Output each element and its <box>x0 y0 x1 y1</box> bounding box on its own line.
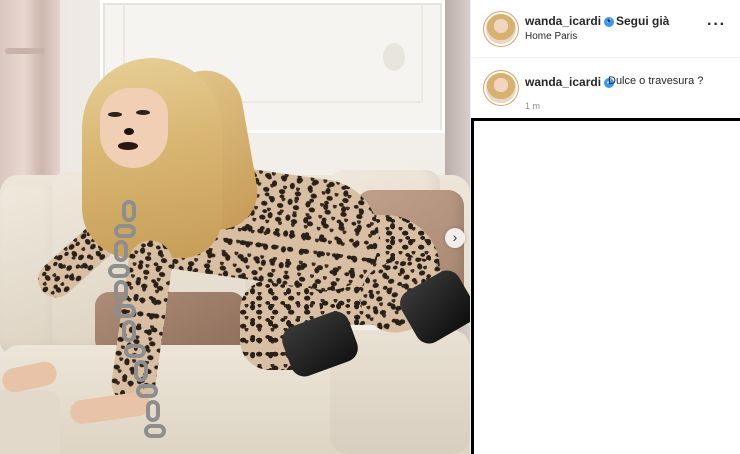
following-button[interactable]: Segui già <box>616 14 669 28</box>
figure-face <box>100 88 168 168</box>
separator-dot: • <box>607 16 611 27</box>
post-caption: Dulce o travesura ? <box>608 75 704 87</box>
instagram-post: › wanda_icardi ✓ • Segui già Home Paris ·… <box>0 0 740 454</box>
curtain <box>0 0 60 190</box>
author-avatar[interactable] <box>486 14 516 44</box>
author-username-row: wanda_icardi ✓ <box>525 14 615 28</box>
post-timestamp[interactable]: 1 m <box>525 101 540 111</box>
author-avatar[interactable] <box>486 73 516 103</box>
post-photo[interactable]: › <box>0 0 470 454</box>
post-location[interactable]: Home Paris <box>525 31 577 42</box>
more-horizontal-icon[interactable]: ··· <box>707 16 726 34</box>
chain <box>104 200 166 440</box>
author-username[interactable]: wanda_icardi <box>525 14 601 28</box>
comment-username[interactable]: wanda_icardi <box>525 75 601 89</box>
post-sidebar: wanda_icardi ✓ • Segui già Home Paris ···… <box>470 0 740 454</box>
figure-eye <box>108 112 122 117</box>
figure-lips <box>118 142 138 150</box>
caption-comment: wanda_icardi ✓ Dulce o travesura ? 1 m <box>471 58 740 118</box>
comments-area <box>471 118 740 454</box>
chevron-right-icon: › <box>452 229 458 245</box>
figure-nose <box>124 128 134 135</box>
post-header: wanda_icardi ✓ • Segui già Home Paris ··· <box>471 0 740 58</box>
next-photo-button[interactable]: › <box>445 228 465 248</box>
author-username-row: wanda_icardi ✓ <box>525 75 615 89</box>
figure-eye <box>136 110 150 115</box>
sofa-arm <box>0 390 60 454</box>
